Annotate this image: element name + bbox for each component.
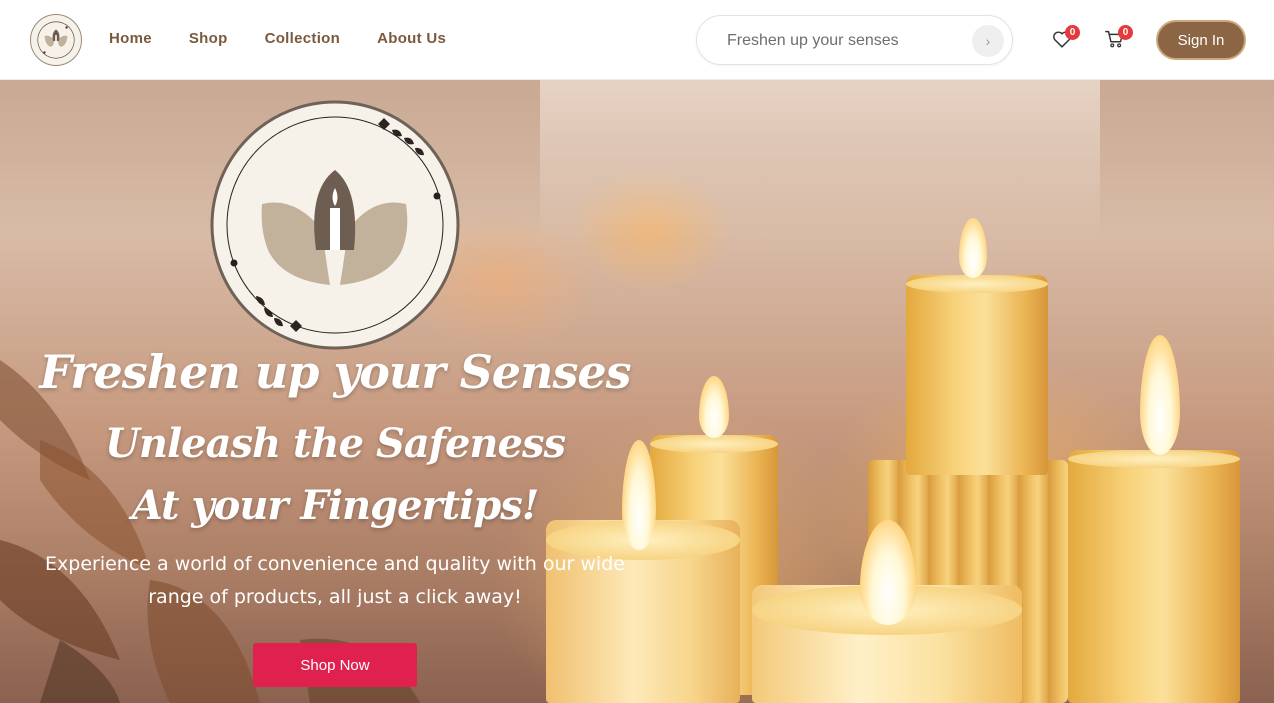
nav-home-link[interactable]: Home (109, 30, 152, 47)
nav-about-link[interactable]: About Us (377, 30, 446, 47)
search-bar: › (696, 15, 1013, 65)
hero-window-glow (540, 80, 1100, 240)
hero-title-line2: Unleash the Safeness (104, 420, 566, 467)
hero-title-line1: Freshen up your Senses (39, 345, 631, 399)
wishlist-button[interactable]: 0 (1051, 25, 1080, 52)
nav-shop-link[interactable]: Shop (189, 30, 228, 47)
hero-description: Experience a world of convenience and qu… (45, 553, 625, 608)
navbar: Home Shop Collection About Us › 0 0 Sign… (0, 0, 1274, 80)
search-input[interactable] (725, 28, 955, 54)
chevron-right-icon: › (985, 33, 991, 49)
hero-title-line3: At your Fingertips! (131, 482, 540, 529)
cart-count-badge: 0 (1118, 25, 1133, 40)
hero-brand-logo (210, 100, 460, 350)
wishlist-count-badge: 0 (1065, 25, 1080, 40)
search-submit-button[interactable]: › (972, 25, 1004, 57)
sign-in-button[interactable]: Sign In (1156, 20, 1246, 60)
nav-collection-link[interactable]: Collection (265, 30, 341, 47)
main-nav: Home Shop Collection About Us (109, 30, 446, 47)
cart-button[interactable]: 0 (1104, 25, 1133, 52)
shop-now-button[interactable]: Shop Now (253, 643, 417, 687)
site-logo[interactable] (30, 14, 82, 66)
hero-section: Freshen up your Senses Unleash the Safen… (0, 80, 1274, 703)
